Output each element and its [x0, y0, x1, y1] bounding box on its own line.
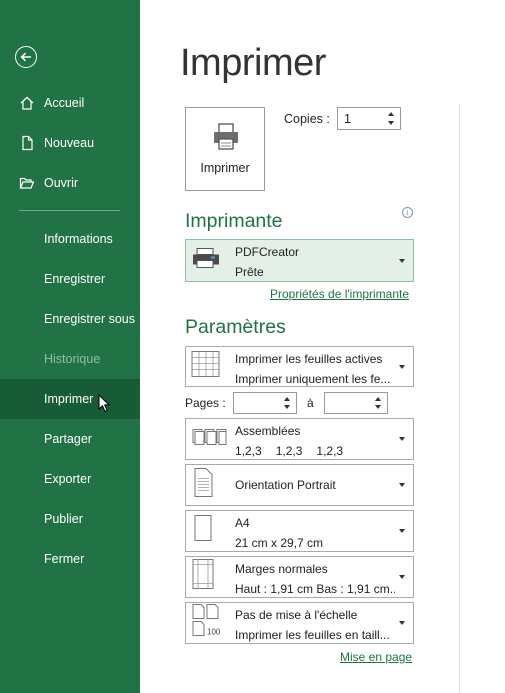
- nav-label: Fermer: [44, 552, 85, 566]
- copies-label: Copies :: [284, 112, 330, 126]
- settings-section-title: Paramètres: [185, 316, 286, 338]
- nav-imprimer[interactable]: Imprimer: [0, 379, 140, 419]
- page-setup-link[interactable]: Mise en page: [340, 650, 412, 664]
- sidebar-divider: [19, 210, 120, 211]
- collated-pages-icon: [191, 426, 227, 453]
- collation-dropdown[interactable]: Assemblées 1,2,3 1,2,3 1,2,3: [185, 418, 414, 460]
- nav-enregistrer-sous[interactable]: Enregistrer sous: [0, 299, 140, 339]
- scaling-name: Pas de mise à l'échelle: [235, 608, 358, 622]
- nav-exporter[interactable]: Exporter: [0, 459, 140, 499]
- chevron-down-icon: [399, 621, 405, 625]
- collation-seq-item: 1,2,3: [316, 444, 344, 458]
- open-folder-icon: [19, 175, 35, 191]
- nav-label: Partager: [44, 432, 92, 446]
- collation-sequence: 1,2,3 1,2,3 1,2,3: [235, 444, 395, 458]
- orientation-dropdown[interactable]: Orientation Portrait: [185, 464, 414, 506]
- nav-informations[interactable]: Informations: [0, 219, 140, 259]
- chevron-down-icon: [399, 529, 405, 533]
- nav-publier[interactable]: Publier: [0, 499, 140, 539]
- scaling-icon: 100: [191, 604, 225, 643]
- chevron-down-icon: [399, 483, 405, 487]
- new-document-icon: [19, 135, 35, 151]
- pages-from-input[interactable]: [233, 392, 297, 414]
- stepper-up-icon[interactable]: [284, 397, 290, 401]
- chevron-down-icon: [399, 575, 405, 579]
- nav-label: Accueil: [44, 96, 85, 110]
- chevron-down-icon: [399, 364, 405, 369]
- worksheet-grid-icon: [191, 350, 221, 383]
- printer-section-title: Imprimante: [185, 210, 283, 232]
- nav-partager[interactable]: Partager: [0, 419, 140, 459]
- scaling-dropdown[interactable]: 100 Pas de mise à l'échelle Imprimer les…: [185, 602, 414, 644]
- stepper-up-icon[interactable]: [388, 112, 394, 116]
- nav-ouvrir[interactable]: Ouvrir: [0, 163, 140, 203]
- nav-fermer[interactable]: Fermer: [0, 539, 140, 579]
- orientation-value: Orientation Portrait: [235, 478, 336, 492]
- svg-text:100: 100: [207, 628, 221, 637]
- paper-size-dimensions: 21 cm x 29,7 cm: [235, 536, 324, 550]
- stepper-down-icon[interactable]: [388, 121, 394, 125]
- backstage-sidebar: Accueil Nouveau Ouvrir Informations Enre…: [0, 0, 140, 693]
- print-button[interactable]: Imprimer: [185, 107, 265, 191]
- printer-icon: [214, 123, 238, 150]
- collation-label: Assemblées: [235, 424, 301, 438]
- info-icon[interactable]: i: [402, 207, 413, 218]
- nav-label: Enregistrer: [44, 272, 106, 286]
- pages-label: Pages :: [185, 396, 226, 410]
- stepper-down-icon[interactable]: [284, 405, 290, 409]
- margins-icon: [191, 559, 215, 596]
- printer-status: Prête: [235, 265, 264, 279]
- copies-stepper[interactable]: 1: [337, 107, 401, 130]
- preview-divider: [459, 104, 460, 693]
- nav-label: Enregistrer sous: [44, 312, 136, 326]
- nav-label: Informations: [44, 232, 113, 246]
- nav-historique: Historique: [0, 339, 140, 379]
- nav-label: Historique: [44, 352, 101, 366]
- printer-name: PDFCreator: [235, 245, 300, 259]
- nav-label: Imprimer: [44, 392, 94, 406]
- scaling-details: Imprimer les feuilles en taill...: [235, 628, 390, 642]
- copies-value: 1: [344, 111, 351, 126]
- printer-device-icon: [191, 246, 221, 275]
- paper-size-icon: [191, 514, 215, 549]
- pages-to-input[interactable]: [324, 392, 388, 414]
- print-what-dropdown[interactable]: Imprimer les feuilles actives Imprimer u…: [185, 346, 414, 387]
- margins-name: Marges normales: [235, 562, 328, 576]
- nav-nouveau[interactable]: Nouveau: [0, 123, 140, 163]
- printer-properties-link[interactable]: Propriétés de l'imprimante: [270, 287, 409, 301]
- stepper-down-icon[interactable]: [375, 405, 381, 409]
- stepper-up-icon[interactable]: [375, 397, 381, 401]
- collation-seq-item: 1,2,3: [235, 444, 262, 458]
- printer-dropdown[interactable]: PDFCreator Prête: [185, 239, 414, 282]
- print-what-line1: Imprimer les feuilles actives: [235, 352, 383, 366]
- nav-enregistrer[interactable]: Enregistrer: [0, 259, 140, 299]
- print-panel: Imprimer Imprimer Copies : 1 Imprimante …: [140, 0, 505, 693]
- nav-label: Nouveau: [44, 136, 95, 150]
- paper-size-dropdown[interactable]: A4 21 cm x 29,7 cm: [185, 510, 414, 552]
- nav-label: Publier: [44, 512, 83, 526]
- page-title: Imprimer: [180, 42, 326, 84]
- back-arrow-icon[interactable]: [15, 46, 37, 68]
- chevron-down-icon: [399, 437, 405, 441]
- nav-label: Exporter: [44, 472, 92, 486]
- margins-details: Haut : 1,91 cm Bas : 1,91 cm...: [235, 582, 395, 596]
- portrait-page-icon: [191, 468, 215, 503]
- pages-to-label: à: [307, 396, 314, 410]
- paper-size-name: A4: [235, 516, 250, 530]
- nav-label: Ouvrir: [44, 176, 79, 190]
- print-button-label: Imprimer: [200, 161, 250, 175]
- chevron-down-icon: [399, 258, 405, 263]
- mouse-cursor-icon: [98, 393, 111, 418]
- margins-dropdown[interactable]: Marges normales Haut : 1,91 cm Bas : 1,9…: [185, 556, 414, 598]
- print-what-line2: Imprimer uniquement les fe...: [235, 372, 391, 386]
- nav-accueil[interactable]: Accueil: [0, 83, 140, 123]
- home-icon: [19, 95, 35, 111]
- collation-seq-item: 1,2,3: [275, 444, 303, 458]
